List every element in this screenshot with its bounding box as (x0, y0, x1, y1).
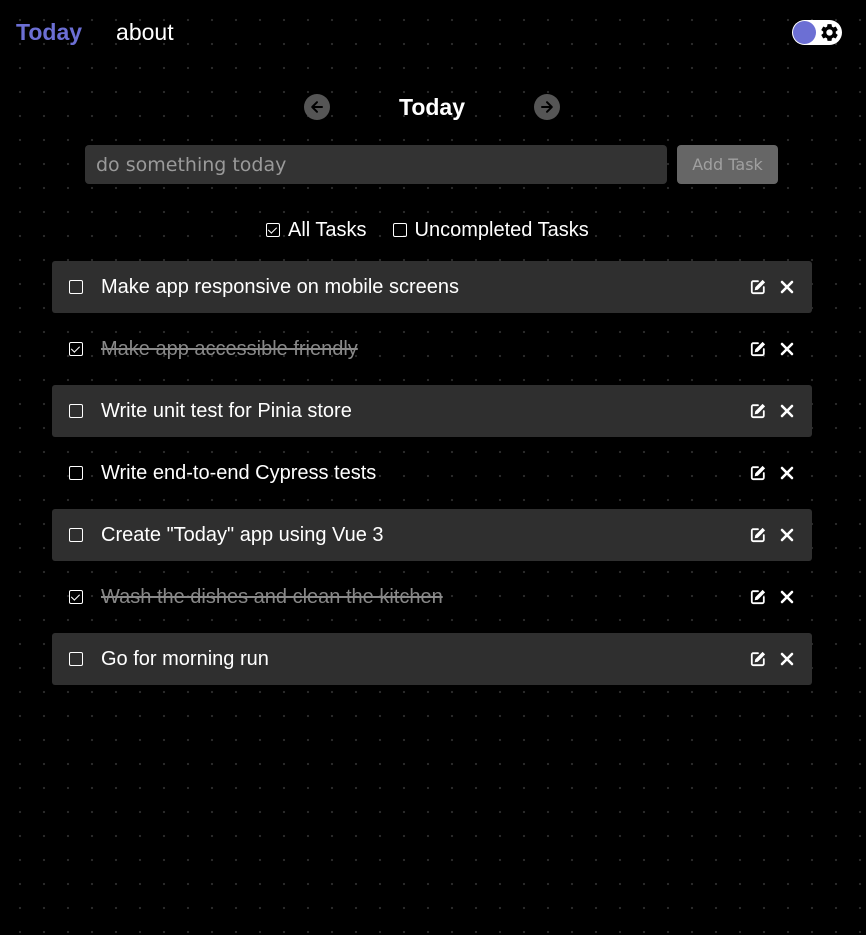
task-text: Create "Today" app using Vue 3 (101, 524, 384, 546)
task-item: Make app responsive on mobile screens (52, 261, 812, 313)
filter-label: Uncompleted Tasks (414, 219, 589, 241)
task-text: Make app accessible friendly (101, 338, 358, 360)
add-task-button[interactable]: Add Task (677, 145, 778, 184)
edit-icon[interactable] (749, 464, 767, 482)
new-task-input[interactable] (85, 145, 667, 184)
filter-checkbox[interactable] (392, 223, 407, 237)
filter-checkbox[interactable] (266, 223, 280, 237)
close-icon[interactable] (779, 589, 795, 605)
top-nav: Today about (16, 18, 174, 46)
task-item: Make app accessible friendly (52, 323, 812, 375)
edit-icon[interactable] (749, 526, 767, 544)
day-title: Today (398, 93, 466, 120)
task-checkbox[interactable] (69, 404, 83, 418)
task-text: Make app responsive on mobile screens (101, 276, 459, 298)
next-day-button[interactable] (534, 94, 560, 120)
task-item: Write end-to-end Cypress tests (52, 447, 812, 499)
prev-day-button[interactable] (304, 94, 330, 120)
close-icon[interactable] (779, 403, 795, 419)
nav-link-today[interactable]: Today (16, 18, 82, 46)
close-icon[interactable] (779, 527, 795, 543)
edit-icon[interactable] (749, 588, 767, 606)
nav-link-about[interactable]: about (116, 18, 174, 46)
task-text: Write end-to-end Cypress tests (101, 462, 377, 484)
task-checkbox[interactable] (69, 652, 83, 666)
theme-toggle[interactable] (792, 20, 842, 45)
task-filters: All Tasks Uncompleted Tasks (266, 218, 589, 242)
task-item: Write unit test for Pinia store (52, 385, 812, 437)
edit-icon[interactable] (749, 278, 767, 296)
close-icon[interactable] (779, 279, 795, 295)
task-text: Wash the dishes and clean the kitchen (101, 586, 443, 608)
arrow-left-icon (311, 101, 323, 113)
toggle-knob (793, 21, 816, 44)
edit-icon[interactable] (749, 650, 767, 668)
close-icon[interactable] (779, 651, 795, 667)
task-item: Create "Today" app using Vue 3 (52, 509, 812, 561)
task-checkbox[interactable] (69, 280, 83, 294)
arrow-right-icon (541, 101, 553, 113)
filter-uncompleted-tasks[interactable]: Uncompleted Tasks (392, 218, 589, 242)
filter-label: All Tasks (288, 219, 367, 241)
close-icon[interactable] (779, 465, 795, 481)
task-item: Wash the dishes and clean the kitchen (52, 571, 812, 623)
task-checkbox[interactable] (69, 528, 83, 542)
task-checkbox[interactable] (69, 466, 83, 480)
edit-icon[interactable] (749, 340, 767, 358)
task-checkbox[interactable] (69, 590, 83, 604)
task-text: Go for morning run (101, 648, 269, 670)
task-checkbox[interactable] (69, 342, 83, 356)
task-item: Go for morning run (52, 633, 812, 685)
filter-all-tasks[interactable]: All Tasks (266, 218, 367, 242)
task-text: Write unit test for Pinia store (101, 400, 352, 422)
gear-icon (821, 24, 838, 41)
task-list: Make app responsive on mobile screens Mak… (52, 261, 812, 695)
day-navigation: Today (304, 92, 560, 122)
close-icon[interactable] (779, 341, 795, 357)
edit-icon[interactable] (749, 402, 767, 420)
